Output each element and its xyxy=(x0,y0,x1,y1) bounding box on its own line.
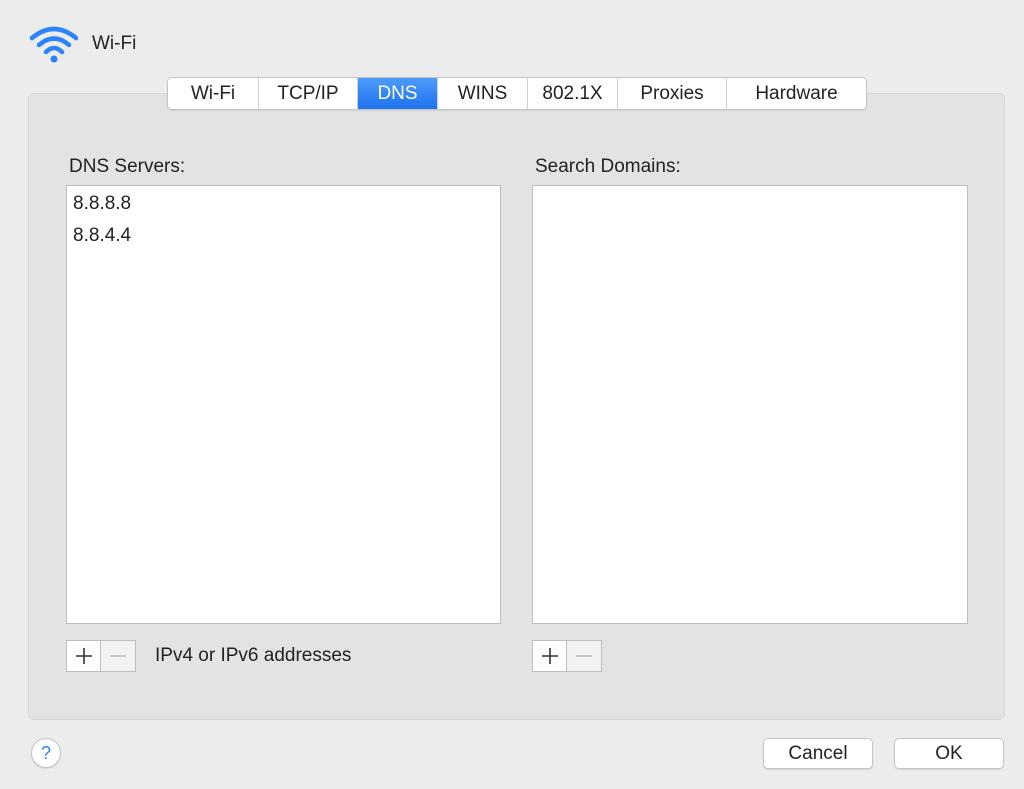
remove-search-domain-button[interactable] xyxy=(567,640,602,672)
minus-icon xyxy=(576,655,592,657)
cancel-button[interactable]: Cancel xyxy=(763,738,873,769)
remove-dns-server-button[interactable] xyxy=(101,640,136,672)
tab-wifi[interactable]: Wi-Fi xyxy=(168,78,259,109)
plus-icon xyxy=(541,648,558,664)
dns-servers-list[interactable]: 8.8.8.8 8.8.4.4 xyxy=(66,185,501,624)
search-domains-list[interactable] xyxy=(532,185,968,624)
tab-hardware[interactable]: Hardware xyxy=(727,78,866,109)
window-header: Wi-Fi xyxy=(28,22,136,66)
minus-icon xyxy=(110,655,126,657)
search-domains-buttons xyxy=(532,640,602,672)
dns-hint: IPv4 or IPv6 addresses xyxy=(155,645,352,666)
add-search-domain-button[interactable] xyxy=(532,640,567,672)
add-dns-server-button[interactable] xyxy=(66,640,101,672)
list-item[interactable]: 8.8.8.8 xyxy=(67,188,500,220)
tab-wins[interactable]: WINS xyxy=(438,78,528,109)
network-dns-window: Wi-Fi Wi-Fi TCP/IP DNS WINS 802.1X Proxi… xyxy=(0,0,1024,789)
tab-tcpip[interactable]: TCP/IP xyxy=(259,78,358,109)
tab-bar: Wi-Fi TCP/IP DNS WINS 802.1X Proxies Har… xyxy=(167,77,867,110)
plus-icon xyxy=(75,648,92,664)
tab-8021x[interactable]: 802.1X xyxy=(528,78,618,109)
wifi-icon xyxy=(29,26,79,63)
ok-button[interactable]: OK xyxy=(894,738,1004,769)
tab-dns[interactable]: DNS xyxy=(358,78,438,109)
dns-servers-label: DNS Servers: xyxy=(69,156,186,177)
list-item[interactable]: 8.8.4.4 xyxy=(67,220,500,252)
dns-servers-buttons xyxy=(66,640,136,672)
window-title: Wi-Fi xyxy=(92,33,137,54)
tab-proxies[interactable]: Proxies xyxy=(618,78,727,109)
help-button[interactable]: ? xyxy=(31,738,61,768)
search-domains-label: Search Domains: xyxy=(535,156,681,177)
